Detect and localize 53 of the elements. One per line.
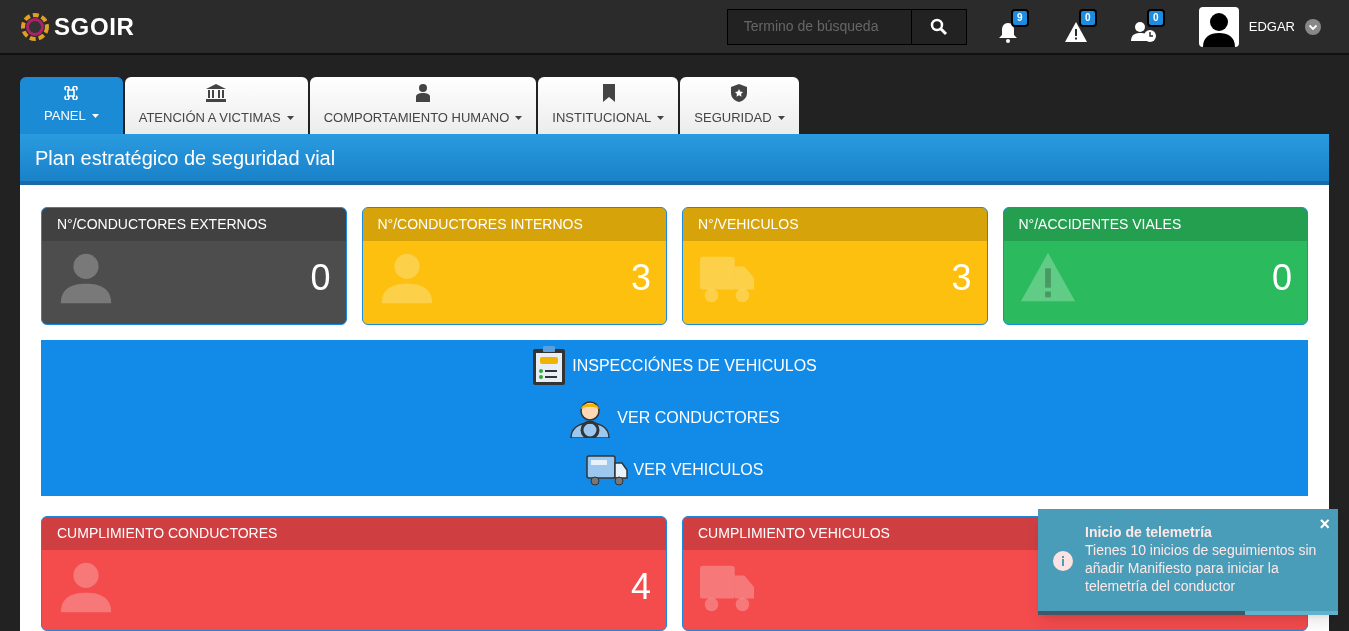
avatar[interactable] [1198,6,1239,47]
caret-icon [286,115,294,120]
card-value: 4 [630,565,651,609]
nav-tab[interactable]: SEGURIDAD [680,77,799,134]
notification-button[interactable]: 9 [984,6,1031,47]
count-badge: 0 [1146,8,1165,27]
nav-tab[interactable]: INSTITUCIONAL [538,77,679,134]
card-title: CUMPLIMIENTO VEHICULOS [698,524,890,543]
nav-tab[interactable]: ATENCIÓN A VICTIMAS [124,77,308,134]
command-icon [64,85,79,100]
card-value: 0 [1271,256,1292,300]
quick-link[interactable]: VER VEHICULOS [41,444,1308,496]
count-badge: 0 [1078,8,1097,27]
shield-icon [731,83,748,102]
brand-logo[interactable]: SGOIR [54,8,135,45]
caret-icon [91,113,99,118]
quick-link[interactable]: VER CONDUCTORES [41,392,1308,444]
user-clock-icon [1130,20,1157,43]
dropdown-icon[interactable] [1305,18,1321,35]
search-field[interactable]: Termino de búsqueda [726,8,912,45]
search-icon [929,17,948,36]
card-title: N°/ACCIDENTES VIALES [1018,215,1182,234]
toast-title: Inicio de telemetría [1085,523,1213,541]
logo-icon [20,11,50,42]
user-name[interactable]: EDGAR [1248,16,1295,37]
nav-tab[interactable]: PANEL [20,77,123,134]
quick-link[interactable]: INSPECCIÓNES DE VEHICULOS [41,340,1308,392]
info-icon [1053,551,1073,571]
warning-icon [1063,20,1088,43]
caret-icon [777,115,785,120]
search-button[interactable] [911,8,967,45]
toast-message: Tienes 10 inicios de seguimientos sin añadir Manifiesto para iniciar la telemetría del conductor [1085,541,1318,595]
nav-tab[interactable]: COMPORTAMIENTO HUMANO [309,77,537,134]
card-title: CUMPLIMIENTO CONDUCTORES [57,524,278,543]
caret-icon [515,115,523,120]
close-button[interactable]: × [1319,515,1330,533]
card-title: N°/CONDUCTORES INTERNOS [377,215,583,234]
caret-icon [657,115,665,120]
bank-icon [206,83,227,102]
card-value: 3 [630,256,651,300]
notification-button[interactable]: 0 [1120,6,1167,47]
clipboard-icon [532,346,567,386]
card-title: N°/CONDUCTORES EXTERNOS [57,215,267,234]
driver-icon [569,398,612,438]
card-value: 0 [310,256,331,300]
card-value: 3 [951,256,972,300]
notification-button[interactable]: 0 [1052,6,1099,47]
panel-title: Plan estratégico de seguridad vial [35,145,336,171]
count-badge: 9 [1010,8,1029,27]
person-icon [416,83,431,102]
bookmark-icon [601,83,616,102]
card-title: N°/VEHICULOS [698,215,799,234]
truck-icon [585,454,628,486]
